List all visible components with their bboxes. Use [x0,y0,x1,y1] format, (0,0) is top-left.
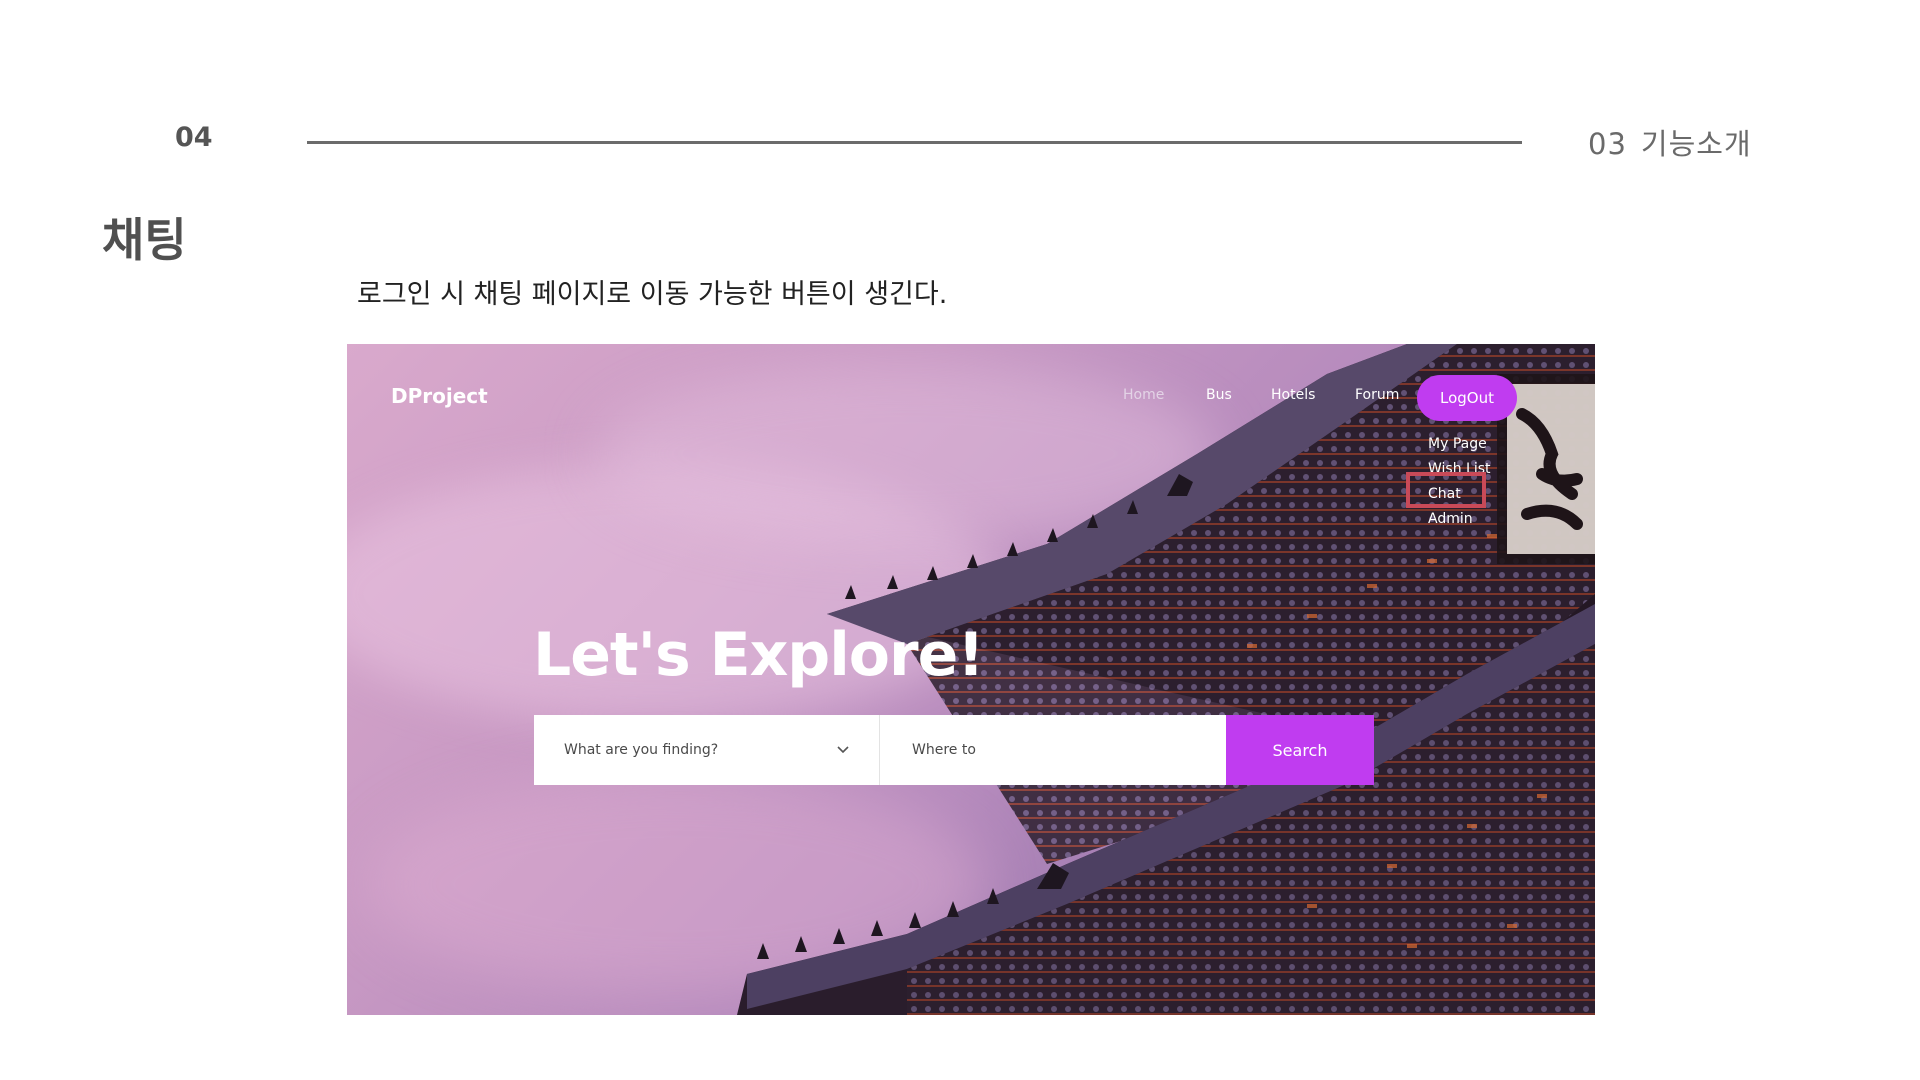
website-screenshot: DProject Home Bus Hotels Forum LogOut My… [347,344,1595,1015]
dropdown-item-my-page[interactable]: My Page [1428,434,1491,459]
search-button[interactable]: Search [1226,715,1374,785]
header-divider [307,141,1522,144]
chevron-down-icon [837,746,849,754]
dropdown-item-admin[interactable]: Admin [1428,509,1491,534]
category-select-placeholder: What are you finding? [564,742,719,758]
nav-forum-link[interactable]: Forum [1355,387,1399,403]
where-to-input[interactable]: Where to [880,715,1226,785]
section-title: 기능소개 [1640,127,1752,161]
where-to-placeholder: Where to [912,742,976,758]
section-label: 03 기능소개 [1588,121,1752,163]
section-number: 03 [1588,127,1627,161]
slide-title: 채팅 [102,213,187,267]
nav-hotels-link[interactable]: Hotels [1271,387,1315,403]
slide-description: 로그인 시 채팅 페이지로 이동 가능한 버튼이 생긴다. [357,279,948,310]
site-brand-logo[interactable]: DProject [391,384,488,408]
nav-bus-link[interactable]: Bus [1206,387,1232,403]
hero-title: Let's Explore! [533,620,985,690]
logout-button[interactable]: LogOut [1417,375,1517,421]
nav-home-link[interactable]: Home [1123,387,1164,403]
slide: 04 03 기능소개 채팅 로그인 시 채팅 페이지로 이동 가능한 버튼이 생긴… [0,0,1920,1080]
search-bar: What are you finding? Where to Search [534,715,1374,785]
chat-highlight-box [1406,472,1486,508]
page-number: 04 [175,122,213,153]
category-select[interactable]: What are you finding? [534,715,880,785]
